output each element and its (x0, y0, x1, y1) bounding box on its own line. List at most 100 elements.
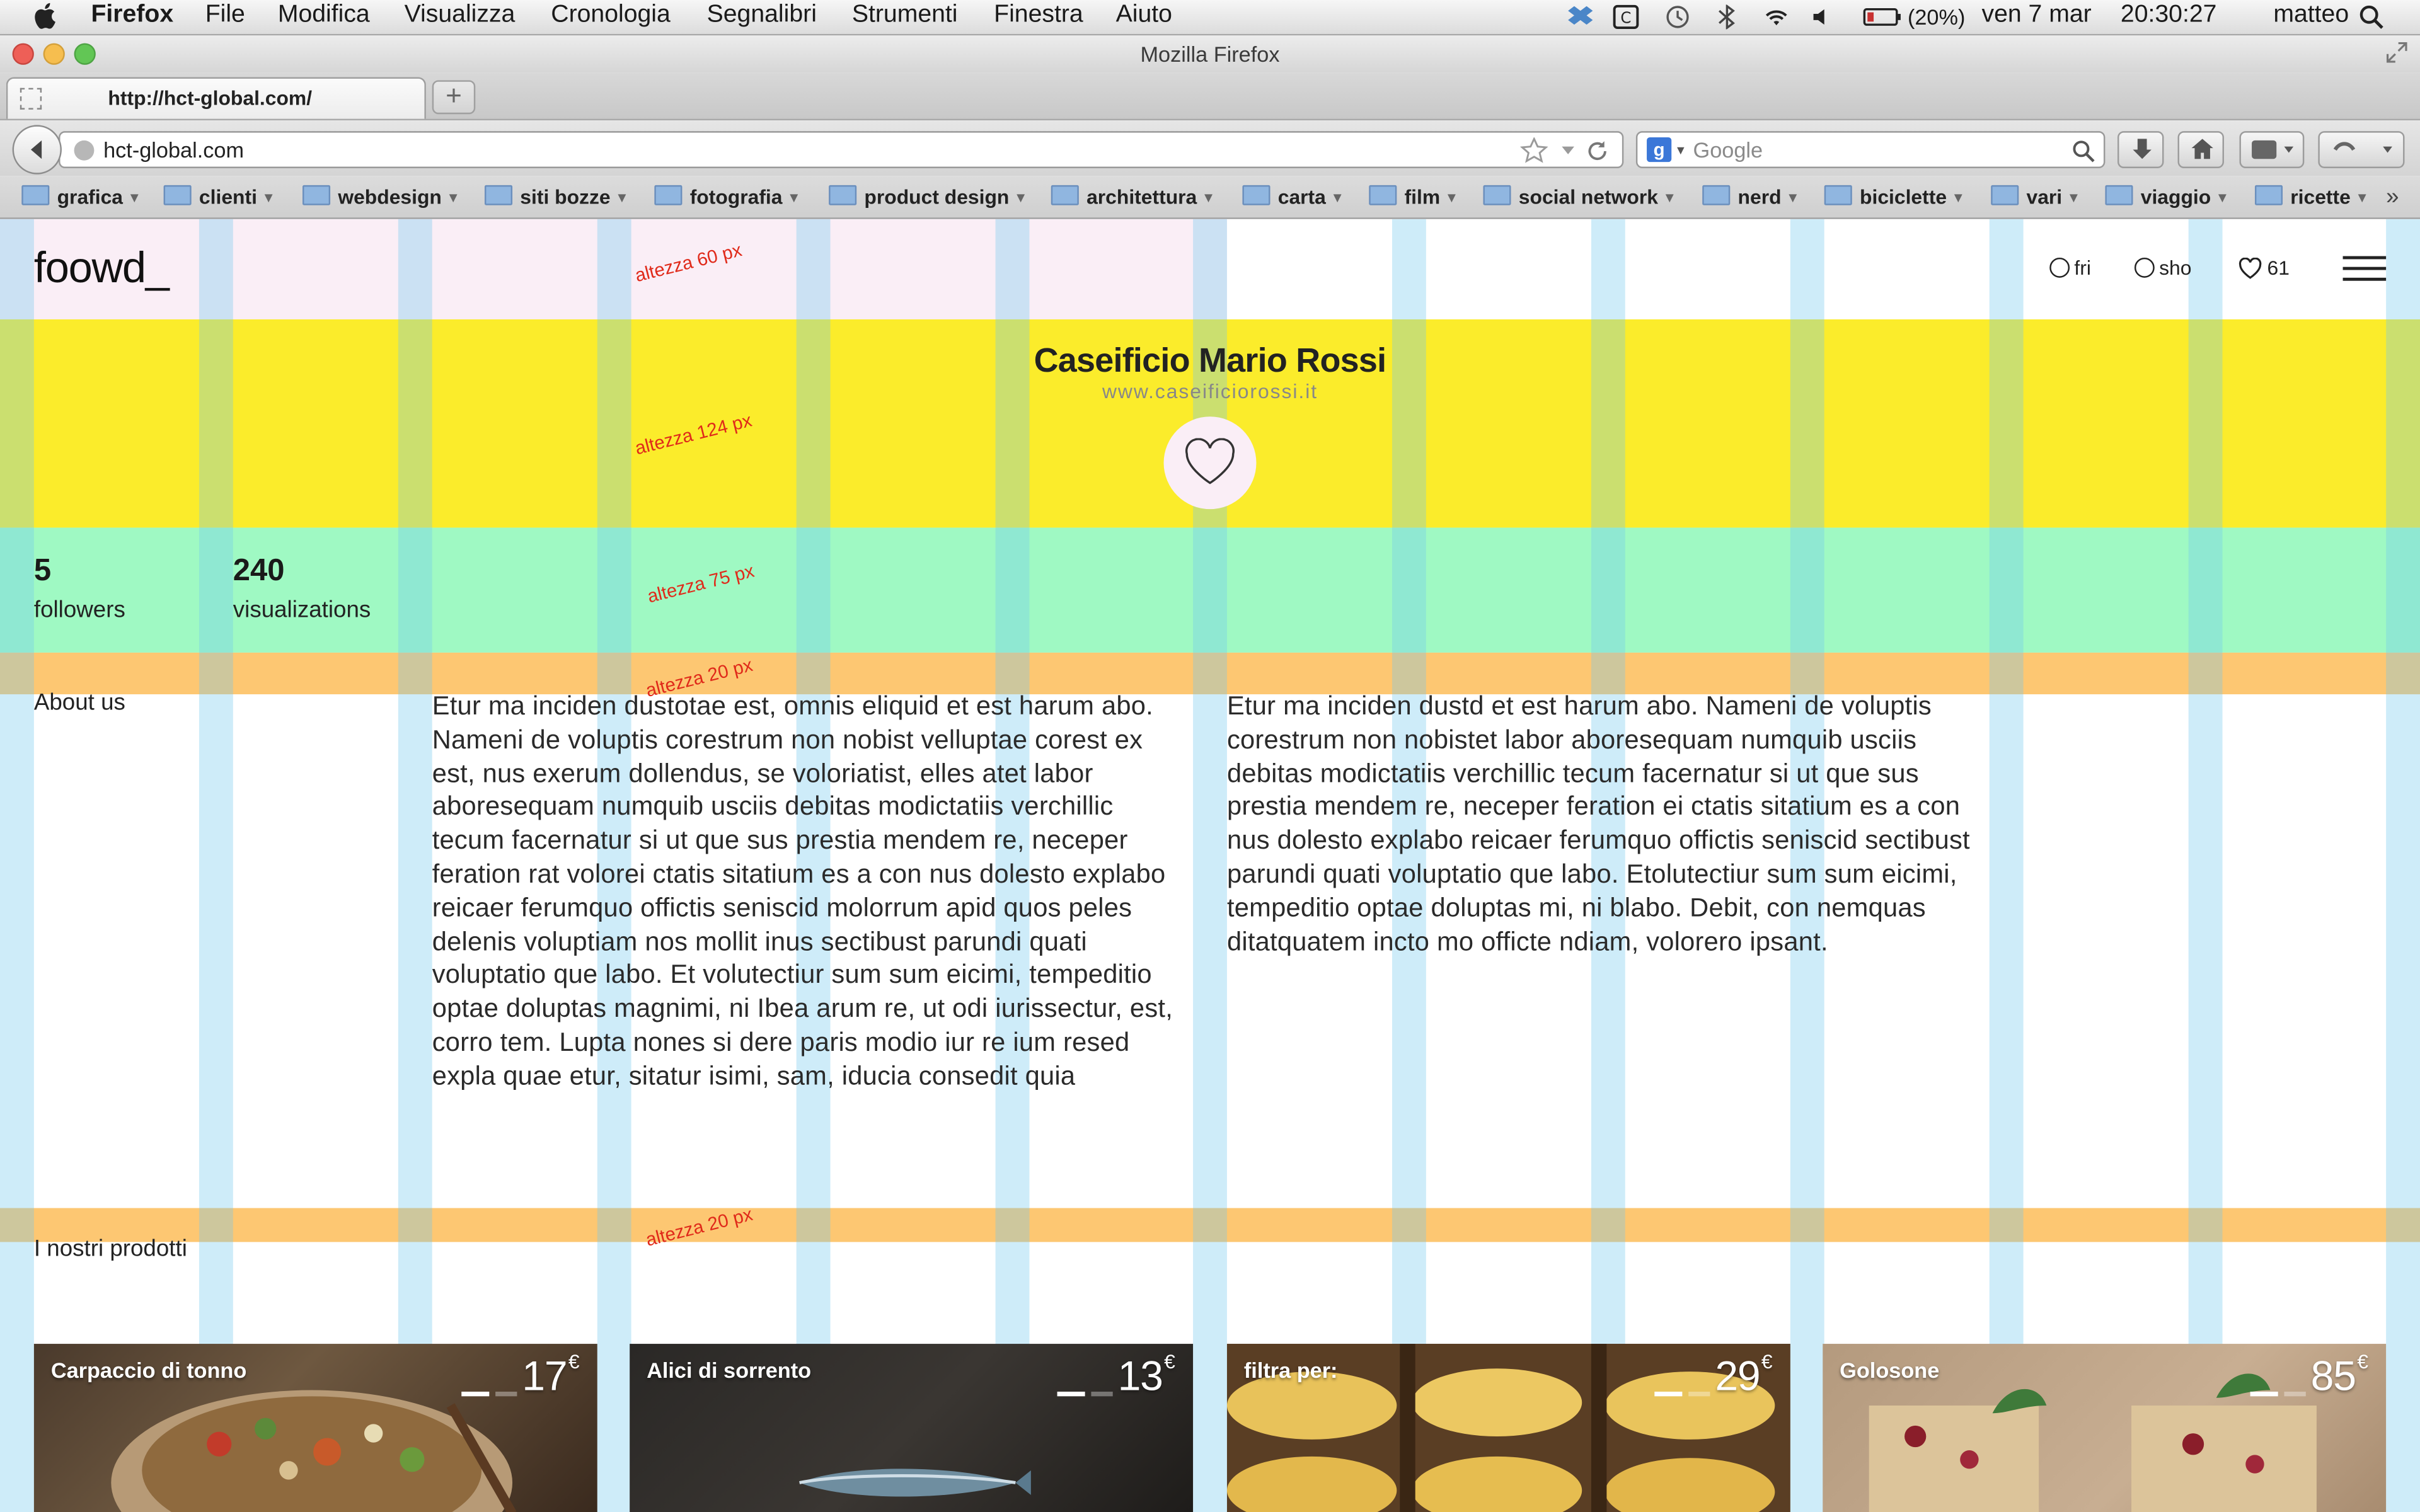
more-bookmarks-chevron-icon[interactable]: » (2386, 183, 2399, 210)
product-price: 85 € (2310, 1349, 2368, 1400)
download-icon (2133, 139, 2152, 159)
home-icon (2191, 139, 2213, 159)
nav-item-likes[interactable]: 61 (2238, 256, 2290, 279)
followers-count: 5 (33, 554, 52, 588)
navigation-toolbar: hct-global.com g ▼ Google (0, 120, 2420, 176)
price-dash (1091, 1391, 1113, 1397)
business-website[interactable]: www.caseificiorossi.it (0, 379, 2420, 403)
home-button[interactable] (2177, 131, 2224, 168)
menubar-time[interactable]: 20:30:27 (2121, 1, 2217, 29)
bookmark-folder-film[interactable]: film ▼ (1369, 185, 1458, 209)
product-card[interactable]: Golosone 85 € (1823, 1344, 2387, 1512)
window-title: Mozilla Firefox (1140, 42, 1280, 67)
menu-button[interactable] (2318, 131, 2405, 168)
price-dash (2284, 1391, 2306, 1397)
bookmark-folder-nerd[interactable]: nerd ▼ (1702, 185, 1800, 209)
bookmark-folder-product-design[interactable]: product design ▼ (829, 185, 1028, 209)
visualizations-count: 240 (233, 554, 285, 588)
menu-aiuto[interactable]: Aiuto (1116, 1, 1172, 29)
grid-gutter (0, 219, 34, 1512)
bluetooth-icon[interactable] (1713, 4, 1741, 30)
wifi-icon[interactable] (1763, 4, 1790, 29)
folder-icon (829, 185, 857, 205)
follow-heart-button[interactable] (1163, 416, 1257, 510)
nav-item-fri[interactable]: fri (2049, 256, 2091, 279)
heart-icon (1185, 438, 1235, 484)
product-price: 17 € (522, 1349, 579, 1400)
folder-icon (21, 185, 50, 205)
bookmark-folder-fotografia[interactable]: fotografia ▼ (654, 185, 801, 209)
price-dash (1057, 1391, 1085, 1397)
products-heading: I nostri prodotti (33, 1235, 187, 1263)
puzzle-menu-icon (2333, 142, 2392, 153)
new-tab-button[interactable]: + (432, 80, 476, 115)
bookmark-folder-clienti[interactable]: clienti ▼ (163, 185, 275, 209)
back-button[interactable] (12, 125, 62, 175)
menubar-date[interactable]: ven 7 mar (1981, 1, 2091, 29)
tab-bar: http://hct-global.com/ + (0, 72, 2420, 121)
apple-icon[interactable] (34, 1, 59, 29)
product-card[interactable]: Carpaccio di tonno 17 € (33, 1344, 597, 1512)
folder-icon (484, 185, 513, 205)
bookmark-folder-siti-bozze[interactable]: siti bozze ▼ (484, 185, 629, 209)
bookmark-folder-carta[interactable]: carta ▼ (1242, 185, 1344, 209)
product-name: Alici di sorrento (647, 1358, 812, 1383)
menu-file[interactable]: File (205, 1, 245, 29)
folder-icon (2105, 185, 2133, 205)
bookmark-folder-architettura[interactable]: architettura ▼ (1051, 185, 1215, 209)
menu-segnalibri[interactable]: Segnalibri (707, 1, 817, 29)
site-logo[interactable]: foowd_ (34, 244, 170, 293)
folder-icon (654, 185, 683, 205)
web-page: foowd_ fri sho 61 Caseificio Mario Rossi… (0, 219, 2420, 1512)
folder-icon (1702, 185, 1731, 205)
product-card[interactable]: filtra per: 29 € (1226, 1344, 1790, 1512)
folder-icon (1242, 185, 1270, 205)
menu-visualizza[interactable]: Visualizza (405, 1, 516, 29)
grid-gutter (1989, 219, 2024, 1512)
volume-icon[interactable] (1809, 4, 1836, 29)
menu-strumenti[interactable]: Strumenti (852, 1, 958, 29)
folder-icon (1991, 185, 2019, 205)
bookmark-folder-vari[interactable]: vari ▼ (1991, 185, 2080, 209)
product-card[interactable]: Alici di sorrento 13 € (630, 1344, 1194, 1512)
google-engine-icon[interactable]: g (1647, 137, 1672, 163)
addon-button[interactable] (2239, 131, 2305, 168)
search-bar[interactable]: g ▼ Google (1635, 131, 2106, 168)
downloads-button[interactable] (2118, 131, 2164, 168)
bookmark-folder-social-network[interactable]: social network ▼ (1483, 185, 1676, 209)
bookmark-folder-ricette[interactable]: ricette ▼ (2254, 185, 2369, 209)
menu-cronologia[interactable]: Cronologia (551, 1, 671, 29)
followers-label: followers (33, 597, 125, 624)
battery-percent: (20%) (1907, 4, 1966, 30)
menu-firefox[interactable]: Firefox (91, 1, 173, 29)
menu-finestra[interactable]: Finestra (994, 1, 1083, 29)
menubar-user[interactable]: matteo (2273, 1, 2349, 29)
hamburger-menu-icon[interactable] (2342, 256, 2387, 281)
dropbox-icon[interactable] (1567, 4, 1594, 29)
history-dropdown-icon[interactable] (1560, 145, 1576, 158)
bookmark-folder-webdesign[interactable]: webdesign ▼ (302, 185, 460, 209)
addon-icon (2252, 140, 2294, 159)
bookmark-folder-viaggio[interactable]: viaggio ▼ (2105, 185, 2229, 209)
url-bar[interactable]: hct-global.com (59, 131, 1624, 168)
price-dash (1688, 1391, 1710, 1397)
product-photo (799, 1469, 1031, 1497)
search-icon[interactable] (2071, 139, 2096, 163)
reload-icon[interactable] (1585, 139, 1610, 163)
spotlight-search-icon[interactable] (2358, 4, 2386, 29)
folder-icon (1051, 185, 1079, 205)
product-name: Golosone (1840, 1358, 1940, 1383)
about-text-column-1: Etur ma inciden dustotae est, omnis eliq… (432, 691, 1173, 1091)
menu-modifica[interactable]: Modifica (278, 1, 370, 29)
bookmark-folder-biciclette[interactable]: biciclette ▼ (1824, 185, 1965, 209)
bookmark-folder-grafica[interactable]: grafica ▼ (21, 185, 141, 209)
bookmark-star-icon[interactable] (1520, 137, 1548, 164)
time-machine-icon[interactable] (1664, 4, 1691, 29)
grid-gutter (2188, 219, 2223, 1512)
nav-item-sho[interactable]: sho (2134, 256, 2191, 279)
engine-dropdown-icon[interactable]: ▼ (1674, 144, 1686, 158)
battery-icon[interactable] (1863, 4, 1903, 29)
tab-hct-global[interactable]: http://hct-global.com/ (6, 77, 426, 119)
clipboard-app-icon[interactable]: C (1613, 4, 1640, 30)
fullscreen-icon[interactable] (2386, 42, 2407, 63)
